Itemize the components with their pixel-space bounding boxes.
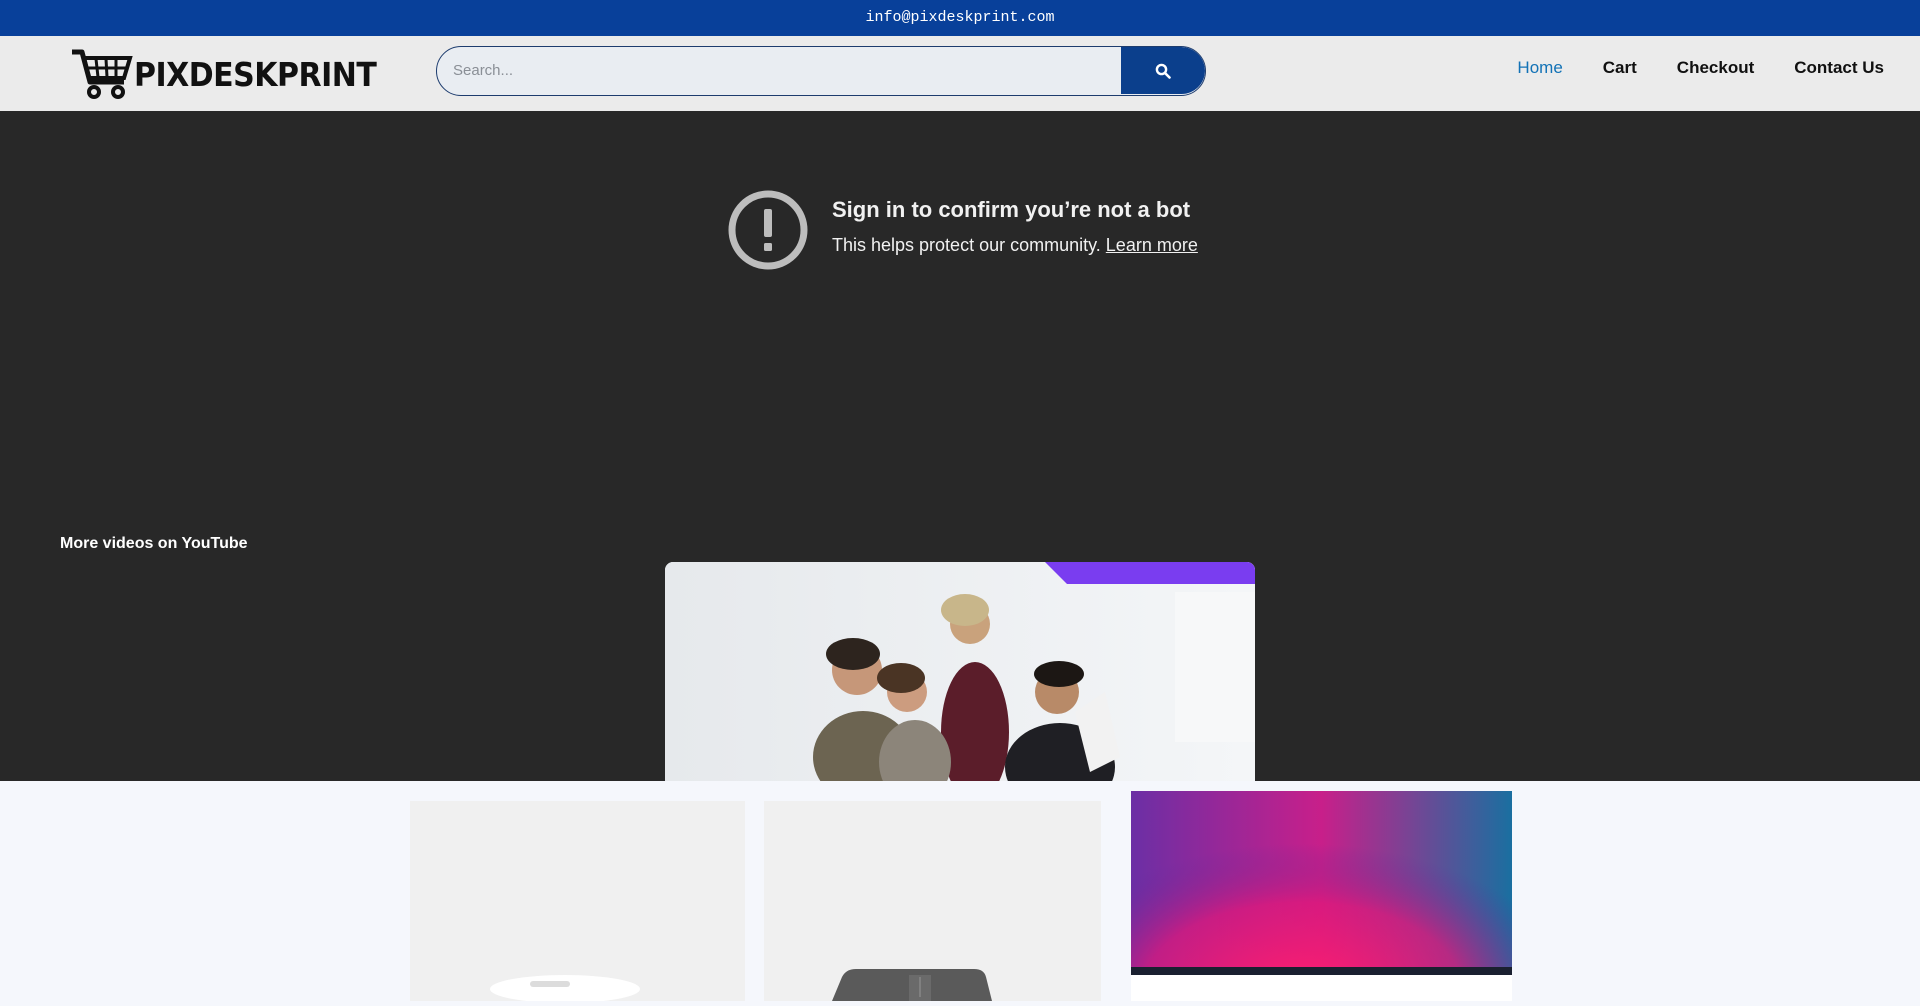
logo-text: PIXDESKPRINT: [134, 56, 377, 95]
product-card[interactable]: [410, 801, 745, 1003]
video-thumbnail-image: [665, 562, 1255, 781]
alert-title: Sign in to confirm you’re not a bot: [832, 197, 1191, 222]
topbar: info@pixdeskprint.com: [0, 0, 1920, 36]
alert-message: This helps protect our community. Learn …: [832, 235, 1198, 256]
topbar-email[interactable]: info@pixdeskprint.com: [865, 9, 1054, 26]
printer-image: [832, 969, 992, 1001]
youtube-embed[interactable]: Sign in to confirm you’re not a bot This…: [0, 111, 1920, 781]
main-nav: Home Cart Checkout Contact Us: [1517, 58, 1884, 78]
banner-image: [1131, 791, 1512, 1001]
logo[interactable]: PIXDESKPRINT: [70, 46, 377, 102]
nav-checkout[interactable]: Checkout: [1677, 58, 1754, 78]
learn-more-link[interactable]: Learn more: [1106, 235, 1198, 255]
search-icon: [1155, 63, 1171, 79]
product-card[interactable]: [764, 801, 1101, 1001]
more-videos-label[interactable]: More videos on YouTube: [60, 535, 248, 553]
product-section: [0, 781, 1920, 1003]
nav-cart[interactable]: Cart: [1603, 58, 1637, 78]
alert-icon: [728, 190, 808, 270]
search-bar: [436, 46, 1206, 96]
product-banner[interactable]: [1131, 791, 1512, 1001]
cart-logo-icon: [72, 49, 133, 99]
search-button[interactable]: [1121, 47, 1205, 94]
printer-image: [490, 975, 640, 1003]
nav-home[interactable]: Home: [1517, 58, 1562, 78]
header: PIXDESKPRINT Home Cart Checkout Contact …: [0, 36, 1920, 111]
search-input[interactable]: [437, 47, 1121, 94]
alert-body-text: This helps protect our community.: [832, 235, 1101, 255]
nav-contact-us[interactable]: Contact Us: [1794, 58, 1884, 78]
video-thumbnail[interactable]: [665, 562, 1255, 781]
